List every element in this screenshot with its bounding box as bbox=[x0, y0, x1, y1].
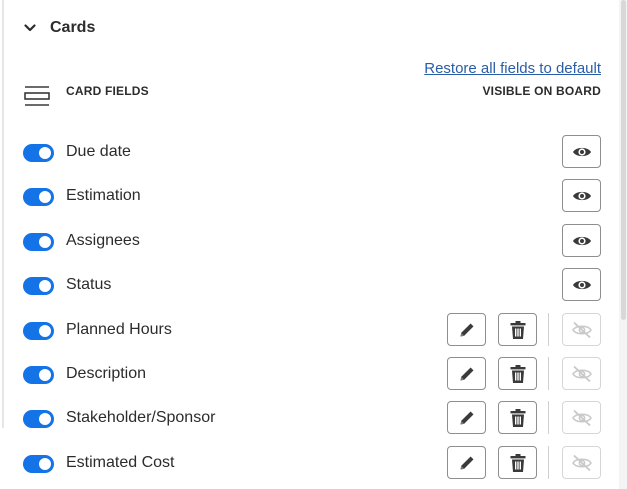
restore-defaults-link[interactable]: Restore all fields to default bbox=[424, 60, 601, 77]
visible-on-board-heading: VISIBLE ON BOARD bbox=[482, 84, 601, 98]
pencil-icon bbox=[458, 454, 476, 472]
card-fields-heading: CARD FIELDS bbox=[66, 84, 149, 98]
visible-on-board-button[interactable] bbox=[562, 179, 601, 212]
eye-off-icon bbox=[571, 365, 593, 383]
trash-icon bbox=[509, 408, 527, 428]
field-label: Stakeholder/Sponsor bbox=[66, 409, 216, 426]
pencil-icon bbox=[458, 321, 476, 339]
field-toggle[interactable] bbox=[23, 322, 54, 340]
button-divider bbox=[548, 446, 549, 479]
field-toggle[interactable] bbox=[23, 455, 54, 473]
field-row: Estimation bbox=[0, 179, 627, 215]
toggle-knob bbox=[39, 147, 51, 159]
trash-icon bbox=[509, 364, 527, 384]
visible-on-board-button bbox=[562, 446, 601, 479]
section-title: Cards bbox=[50, 19, 96, 36]
toggle-knob bbox=[39, 413, 51, 425]
toggle-knob bbox=[39, 458, 51, 470]
eye-off-icon bbox=[571, 321, 593, 339]
field-label: Planned Hours bbox=[66, 321, 172, 338]
trash-icon bbox=[509, 320, 527, 340]
field-toggle[interactable] bbox=[23, 144, 54, 162]
field-label: Status bbox=[66, 276, 112, 293]
delete-field-button[interactable] bbox=[498, 313, 537, 346]
field-label: Due date bbox=[66, 143, 131, 160]
visible-on-board-button bbox=[562, 357, 601, 390]
field-toggle[interactable] bbox=[23, 277, 54, 295]
field-toggle[interactable] bbox=[23, 188, 54, 206]
field-row: Estimated Cost bbox=[0, 446, 627, 482]
edit-field-button[interactable] bbox=[447, 357, 486, 390]
toggle-knob bbox=[39, 191, 51, 203]
field-label: Assignees bbox=[66, 232, 140, 249]
delete-field-button[interactable] bbox=[498, 357, 537, 390]
eye-off-icon bbox=[571, 409, 593, 427]
pencil-icon bbox=[458, 365, 476, 383]
cards-settings-panel: Cards Restore all fields to default CARD… bbox=[0, 0, 627, 489]
edit-field-button[interactable] bbox=[447, 446, 486, 479]
button-divider bbox=[548, 401, 549, 434]
edit-field-button[interactable] bbox=[447, 401, 486, 434]
field-label: Description bbox=[66, 365, 147, 382]
eye-icon bbox=[572, 234, 592, 248]
field-row: Assignees bbox=[0, 224, 627, 260]
field-toggle[interactable] bbox=[23, 366, 54, 384]
button-divider bbox=[548, 357, 549, 390]
visible-on-board-button[interactable] bbox=[562, 224, 601, 257]
field-toggle[interactable] bbox=[23, 410, 54, 428]
field-label: Estimation bbox=[66, 187, 141, 204]
delete-field-button[interactable] bbox=[498, 446, 537, 479]
list-lines-icon bbox=[24, 86, 50, 106]
visible-on-board-button[interactable] bbox=[562, 135, 601, 168]
pencil-icon bbox=[458, 409, 476, 427]
toggle-knob bbox=[39, 236, 51, 248]
visible-on-board-button bbox=[562, 401, 601, 434]
field-row: Stakeholder/Sponsor bbox=[0, 401, 627, 437]
eye-icon bbox=[572, 189, 592, 203]
delete-field-button[interactable] bbox=[498, 401, 537, 434]
edit-field-button[interactable] bbox=[447, 313, 486, 346]
visible-on-board-button[interactable] bbox=[562, 268, 601, 301]
eye-icon bbox=[572, 278, 592, 292]
field-label: Estimated Cost bbox=[66, 454, 175, 471]
eye-icon bbox=[572, 145, 592, 159]
button-divider bbox=[548, 313, 549, 346]
toggle-knob bbox=[39, 325, 51, 337]
chevron-down-icon bbox=[24, 24, 36, 32]
section-header-cards[interactable]: Cards bbox=[24, 14, 95, 42]
field-row: Description bbox=[0, 357, 627, 393]
visible-on-board-button bbox=[562, 313, 601, 346]
field-row: Due date bbox=[0, 135, 627, 171]
field-toggle[interactable] bbox=[23, 233, 54, 251]
toggle-knob bbox=[39, 280, 51, 292]
trash-icon bbox=[509, 453, 527, 473]
field-row: Planned Hours bbox=[0, 313, 627, 349]
field-row: Status bbox=[0, 268, 627, 304]
eye-off-icon bbox=[571, 454, 593, 472]
toggle-knob bbox=[39, 369, 51, 381]
